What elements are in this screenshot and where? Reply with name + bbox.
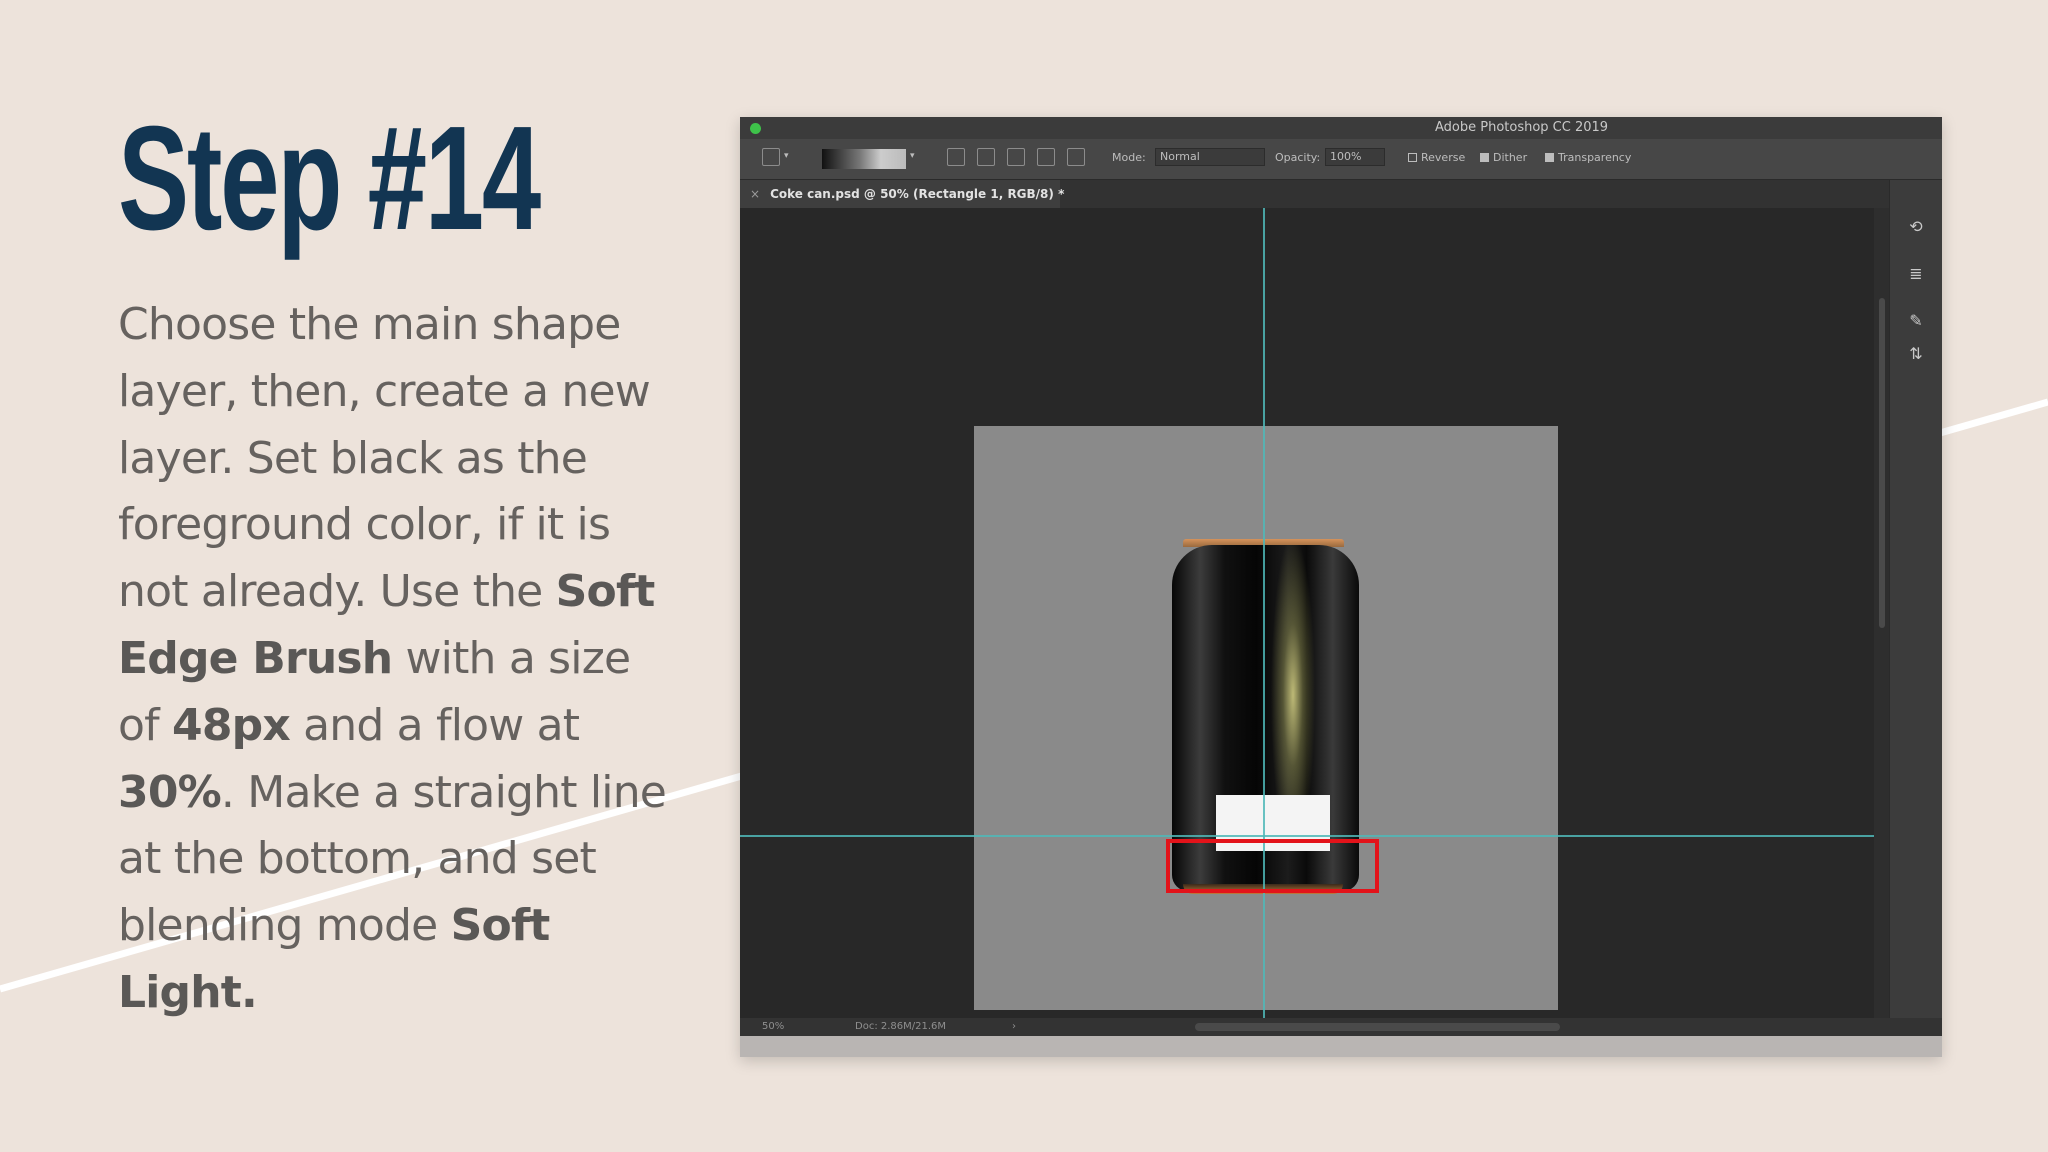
checkbox-icon: [1408, 153, 1417, 162]
dither-checkbox[interactable]: Dither: [1480, 151, 1527, 164]
gradient-tool-preset-icon[interactable]: [762, 148, 780, 166]
window-titlebar: Adobe Photoshop CC 2019: [740, 117, 1942, 139]
photoshop-screenshot: Adobe Photoshop CC 2019 ▾ ▾ Mode: Normal…: [740, 117, 1942, 1057]
instruction-bold-flow: 30%: [118, 766, 222, 818]
diamond-gradient-icon[interactable]: [1067, 148, 1085, 166]
zoom-level[interactable]: 50%: [762, 1018, 784, 1036]
collapsed-panel-dock: ⟲ ≣ ✎ ⇅: [1889, 180, 1942, 1057]
reflected-gradient-icon[interactable]: [1037, 148, 1055, 166]
checkbox-checked-icon: [1480, 153, 1489, 162]
document-tab-label: Coke can.psd @ 50% (Rectangle 1, RGB/8) …: [770, 187, 1065, 201]
checkbox-checked-icon: [1545, 153, 1554, 162]
window-control-icon[interactable]: [750, 123, 761, 134]
scrollbar-thumb[interactable]: [1879, 298, 1885, 628]
close-tab-icon[interactable]: ×: [750, 187, 760, 201]
history-icon[interactable]: ⟲: [1906, 218, 1926, 236]
instruction-segment: and a flow at: [289, 699, 580, 751]
document-info: Doc: 2.86M/21.6M: [855, 1021, 947, 1032]
mode-select[interactable]: Normal: [1155, 148, 1265, 166]
options-bar: ▾ ▾ Mode: Normal Opacity: 100% Reverse D…: [740, 139, 1942, 180]
canvas-area[interactable]: [740, 208, 1874, 1018]
chevron-right-icon[interactable]: ›: [1012, 1018, 1016, 1036]
horizontal-scrollbar[interactable]: [1195, 1023, 1560, 1031]
reverse-label: Reverse: [1421, 151, 1466, 164]
screenshot-bottom-edge: [740, 1036, 1942, 1057]
opacity-input[interactable]: 100%: [1325, 148, 1385, 166]
opacity-label: Opacity:: [1275, 151, 1321, 164]
angle-gradient-icon[interactable]: [1007, 148, 1025, 166]
layers-icon[interactable]: ≣: [1906, 265, 1926, 283]
horizontal-guide[interactable]: [740, 835, 1874, 837]
mode-label: Mode:: [1112, 151, 1146, 164]
instruction-text: Choose the main shape layer, then, creat…: [118, 292, 678, 1027]
slide-title: Step #14: [118, 96, 541, 261]
status-bar: 50% Doc: 2.86M/21.6M ›: [740, 1018, 1942, 1036]
document-tab-bar: × Coke can.psd @ 50% (Rectangle 1, RGB/8)…: [740, 180, 1889, 208]
linear-gradient-icon[interactable]: [947, 148, 965, 166]
chevron-down-icon[interactable]: ▾: [784, 151, 789, 161]
adjustments-icon[interactable]: ⇅: [1906, 345, 1926, 363]
highlight-annotation-box: [1166, 839, 1379, 893]
vertical-scrollbar[interactable]: [1874, 208, 1889, 1018]
chevron-down-icon[interactable]: ▾: [910, 151, 915, 161]
vertical-guide[interactable]: [1263, 208, 1265, 1018]
transparency-checkbox[interactable]: Transparency: [1545, 151, 1631, 164]
transparency-label: Transparency: [1558, 151, 1632, 164]
brush-settings-icon[interactable]: ✎: [1906, 312, 1926, 330]
instruction-bold-size: 48px: [172, 699, 291, 751]
gradient-picker[interactable]: [822, 149, 906, 169]
radial-gradient-icon[interactable]: [977, 148, 995, 166]
document-tab[interactable]: × Coke can.psd @ 50% (Rectangle 1, RGB/8)…: [740, 180, 1064, 208]
app-title: Adobe Photoshop CC 2019: [1435, 120, 1609, 135]
dither-label: Dither: [1493, 151, 1528, 164]
reverse-checkbox[interactable]: Reverse: [1408, 151, 1465, 164]
